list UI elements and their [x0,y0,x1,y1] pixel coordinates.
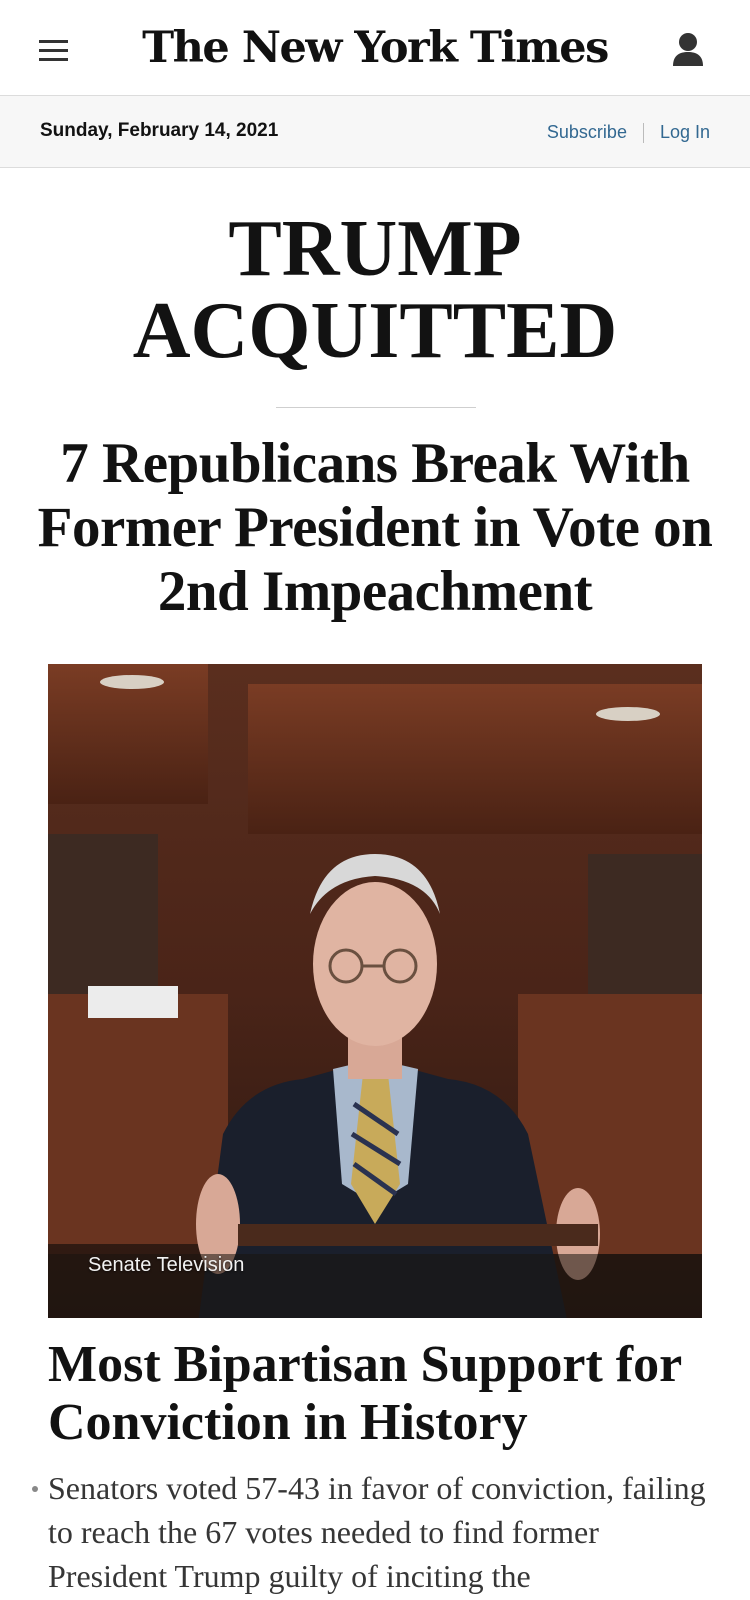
masthead-logo[interactable]: The New York Times [0,20,750,76]
senate-floor-photo [48,664,702,1318]
banner-line-1: TRUMP [228,205,522,293]
photo-credit: Senate Television [88,1254,245,1276]
headline-divider [276,407,476,408]
edition-date: Sunday, February 14, 2021 [40,120,279,141]
banner-headline[interactable]: TRUMP ACQUITTED [0,208,750,372]
top-navigation-bar: The New York Times [0,0,750,96]
subscribe-link[interactable]: Subscribe [547,122,627,143]
banner-line-2: ACQUITTED [132,287,618,375]
lead-photo[interactable]: Senate Television [48,664,702,1318]
login-link[interactable]: Log In [660,122,710,143]
user-account-icon[interactable] [666,28,710,72]
user-icon-graphic [673,33,703,66]
account-links: Subscribe Log In [547,122,710,143]
summary-bullet [32,1486,38,1492]
story-headline[interactable]: Most Bipartisan Support for Conviction i… [48,1336,728,1452]
lead-subheadline[interactable]: 7 Republicans Break With Former Presiden… [30,432,720,624]
story-summary: Senators voted 57-43 in favor of convict… [48,1470,706,1594]
link-divider [642,122,644,143]
date-bar: Sunday, February 14, 2021 Subscribe Log … [0,96,750,168]
